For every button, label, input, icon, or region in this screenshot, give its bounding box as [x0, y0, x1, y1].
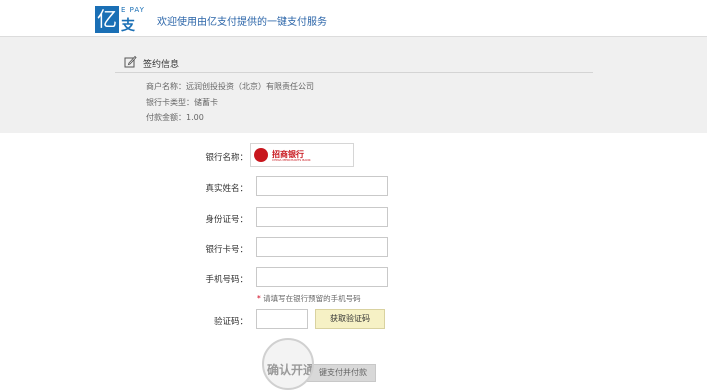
get-code-button[interactable]: 获取验证码 [315, 309, 385, 329]
magnifier-overlay: 确认开通 [262, 338, 314, 390]
card-number-input[interactable] [256, 237, 388, 257]
bank-label: 银行名称： [205, 153, 248, 163]
bank-english-name: CHINA MERCHANTS BANK [272, 158, 311, 162]
name-label: 真实姓名： [205, 184, 248, 194]
panel-divider [115, 72, 593, 73]
logo-mark: 亿 [95, 6, 119, 33]
logo-small-text: E PAY [121, 6, 145, 14]
phone-input[interactable] [256, 267, 388, 287]
card-label: 银行卡号： [205, 245, 248, 255]
id-number-input[interactable] [256, 207, 388, 227]
required-star: * [257, 294, 261, 303]
real-name-input[interactable] [256, 176, 388, 196]
merchant-name: 商户名称：远润创投投资（北京）有限责任公司 [146, 82, 314, 91]
band-top-divider [0, 36, 707, 37]
code-label: 验证码： [213, 317, 248, 327]
id-label: 身份证号： [205, 215, 248, 225]
card-type: 银行卡类型：储蓄卡 [146, 98, 218, 107]
verification-code-input[interactable] [256, 309, 308, 329]
edit-icon [124, 55, 137, 68]
phone-hint-text: 请填写在银行预留的手机号码 [263, 294, 361, 303]
bank-logo-box: 招商银行 CHINA MERCHANTS BANK [250, 143, 354, 167]
confirm-open-button[interactable]: 确认开通 [267, 361, 312, 378]
phone-label: 手机号码： [205, 275, 248, 285]
phone-hint: * 请填写在银行预留的手机号码 [257, 293, 361, 304]
cmb-logo-icon [254, 148, 268, 162]
top-bar: 亿 E PAY 支付 欢迎使用由亿支付提供的一键支付服务 [0, 0, 707, 54]
pay-amount: 付款金额：1.00 [146, 113, 204, 122]
welcome-text: 欢迎使用由亿支付提供的一键支付服务 [157, 17, 327, 28]
contract-title: 签约信息 [143, 60, 180, 70]
epay-logo: 亿 E PAY 支付 [95, 6, 147, 54]
